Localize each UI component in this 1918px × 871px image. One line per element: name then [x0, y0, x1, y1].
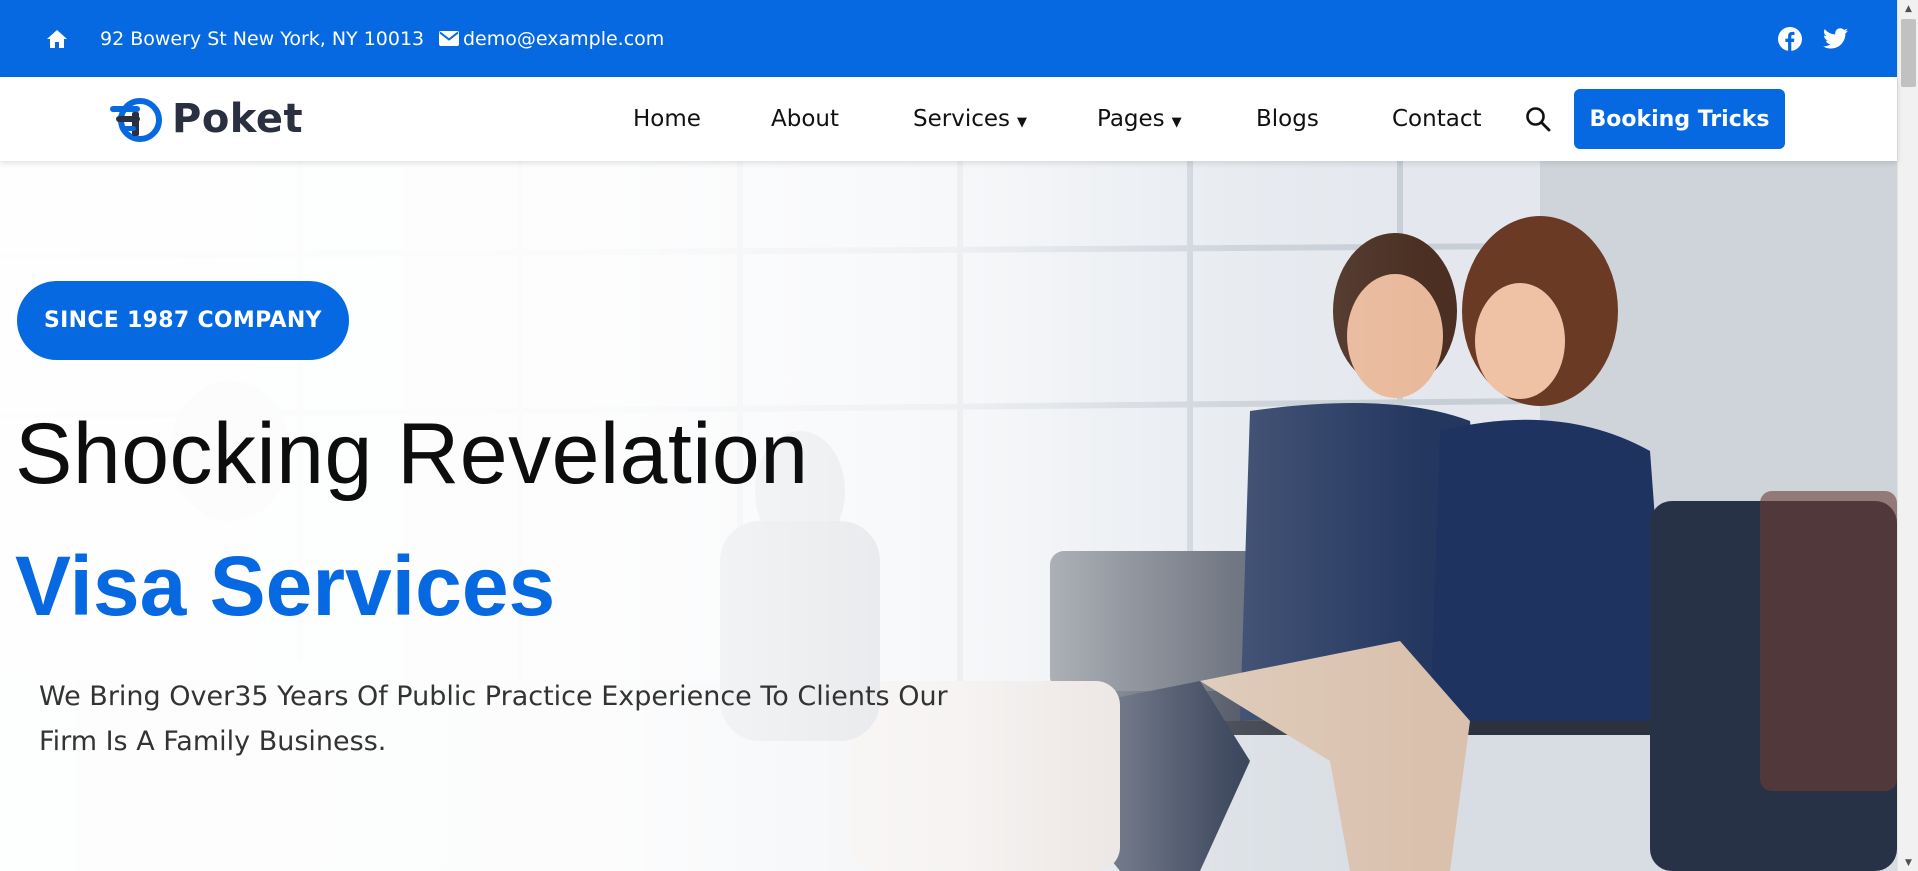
nav-services-label: Services [913, 106, 1010, 132]
nav-home[interactable]: Home [633, 77, 701, 161]
hero-highlight: Visa Services [15, 539, 556, 633]
email-link[interactable]: demo@example.com [463, 0, 664, 77]
nav-blogs[interactable]: Blogs [1256, 77, 1319, 161]
scroll-down-icon[interactable]: ▼ [1898, 854, 1918, 871]
twitter-icon[interactable] [1823, 0, 1848, 77]
home-icon [46, 0, 68, 77]
hero-headline: Shocking Revelation [15, 406, 809, 502]
since-badge: SINCE 1987 COMPANY [17, 281, 349, 360]
envelope-icon [439, 0, 459, 77]
booking-tricks-button[interactable]: Booking Tricks [1574, 89, 1785, 149]
search-icon[interactable] [1524, 105, 1552, 137]
main-navbar: Poket Home About Services ▼ Pages ▼ Blog… [0, 77, 1897, 161]
nav-contact[interactable]: Contact [1392, 77, 1481, 161]
hero-section: SINCE 1987 COMPANY Shocking Revelation V… [0, 161, 1897, 871]
logo-mark-icon [110, 98, 162, 142]
nav-services[interactable]: Services ▼ [913, 77, 1027, 161]
nav-pages[interactable]: Pages ▼ [1097, 77, 1182, 161]
page-scrollbar[interactable]: ▲ ▼ [1897, 0, 1918, 871]
facebook-icon[interactable] [1778, 0, 1802, 77]
nav-about-label: About [771, 106, 840, 132]
scrollbar-thumb[interactable] [1901, 19, 1916, 87]
nav-about[interactable]: About [771, 77, 839, 161]
site-logo[interactable]: Poket [110, 94, 303, 144]
caret-down-icon: ▼ [1171, 114, 1182, 130]
top-info-bar: 92 Bowery St New York, NY 10013 demo@exa… [0, 0, 1897, 77]
caret-down-icon: ▼ [1017, 114, 1027, 130]
nav-contact-label: Contact [1392, 106, 1482, 132]
address-text: 92 Bowery St New York, NY 10013 [100, 27, 425, 50]
hero-description: We Bring Over35 Years Of Public Practice… [39, 681, 948, 757]
scroll-up-icon[interactable]: ▲ [1898, 0, 1918, 17]
logo-text: Poket [172, 96, 304, 142]
nav-home-label: Home [633, 106, 701, 132]
hero-overlay [0, 161, 1897, 871]
nav-blogs-label: Blogs [1256, 106, 1319, 132]
nav-pages-label: Pages [1097, 106, 1165, 132]
